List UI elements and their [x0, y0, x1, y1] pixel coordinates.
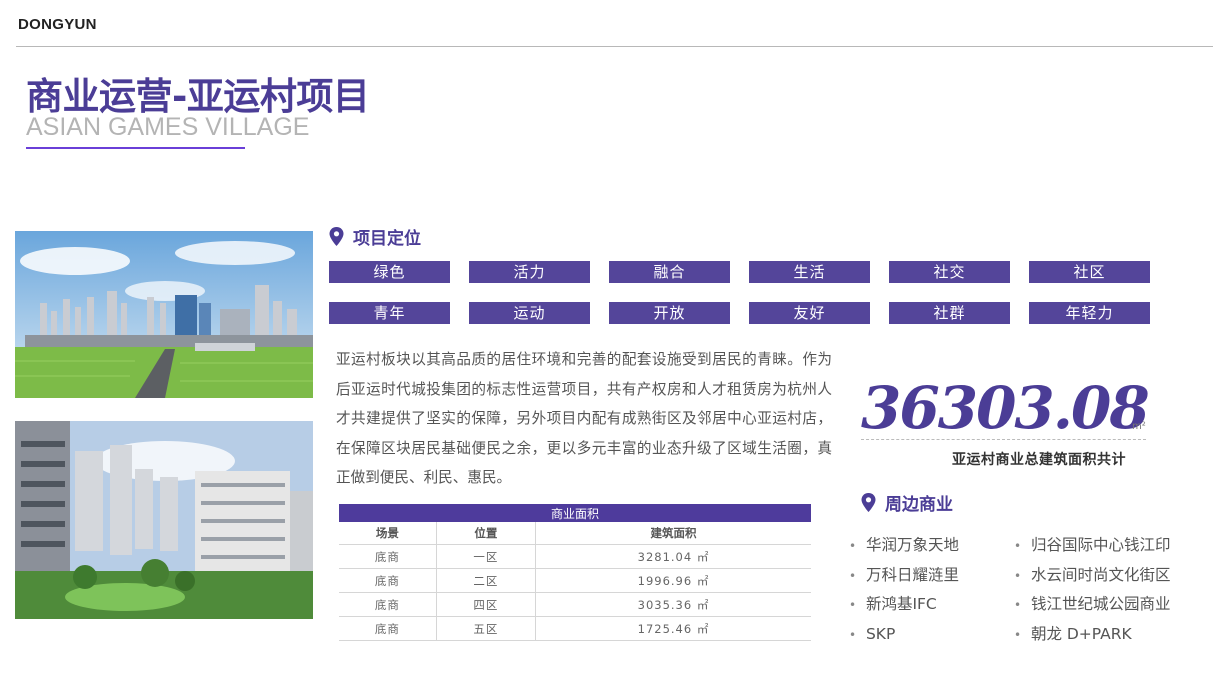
cell-location: 二区 — [436, 568, 536, 593]
bullet: • — [1014, 568, 1022, 583]
list-item: • 水云间时尚文化街区 — [1014, 561, 1170, 591]
cell-scene: 底商 — [339, 544, 437, 569]
total-area-value: 36303.08 — [861, 374, 1150, 442]
list-item: • 钱江世纪城公园商业 — [1014, 590, 1170, 620]
tag-vitality: 活力 — [469, 261, 590, 283]
brand-label: DONGYUN — [18, 16, 97, 33]
table-row: 底商 五区 1725.46 ㎡ — [339, 616, 811, 641]
bullet: • — [849, 627, 857, 642]
page-subtitle: ASIAN GAMES VILLAGE — [26, 113, 310, 141]
list-item: • SKP — [849, 620, 959, 650]
cell-location: 四区 — [436, 592, 536, 617]
aerial-village-photo — [15, 231, 313, 398]
list-item: • 归谷国际中心钱江印 — [1014, 531, 1170, 561]
cell-location: 一区 — [436, 544, 536, 569]
tag-life: 生活 — [749, 261, 870, 283]
business-name: 朝龙 D+PARK — [1030, 624, 1132, 643]
cell-scene: 底商 — [339, 568, 437, 593]
bullet: • — [849, 598, 857, 612]
bullet: • — [1014, 539, 1022, 553]
list-item: • 朝龙 D+PARK — [1014, 620, 1170, 650]
list-item: • 万科日耀涟里 — [849, 561, 959, 591]
cell-area: 1725.46 ㎡ — [535, 616, 811, 641]
list-item: • 华润万象天地 — [849, 531, 959, 561]
description-text: 亚运村板块以其高品质的居住环境和完善的配套设施受到居民的青睐。作为后亚运时代城投… — [336, 351, 832, 486]
tag-community: 社区 — [1029, 261, 1150, 283]
nearby-list-left: • 华润万象天地 • 万科日耀涟里 • 新鸿基IFC • SKP — [849, 531, 959, 649]
commercial-area-table: 商业面积 场景 位置 建筑面积 底商 一区 3281.04 ㎡ 底商 二区 19… — [339, 504, 811, 641]
business-name: 万科日耀涟里 — [865, 565, 959, 584]
nearby-list-right: • 归谷国际中心钱江印 • 水云间时尚文化街区 • 钱江世纪城公园商业 • 朝龙… — [1014, 531, 1170, 649]
positioning-heading-label: 项目定位 — [353, 229, 421, 249]
column-header-location: 位置 — [436, 522, 536, 545]
location-pin-icon — [329, 227, 344, 246]
location-pin-icon — [861, 493, 876, 512]
business-name: 水云间时尚文化街区 — [1030, 565, 1171, 584]
nearby-heading-label: 周边商业 — [885, 495, 953, 515]
tag-sports: 运动 — [469, 302, 590, 324]
bullet: • — [1014, 598, 1022, 612]
total-divider — [861, 439, 1146, 440]
tag-open: 开放 — [609, 302, 730, 324]
cell-area: 3035.36 ㎡ — [535, 592, 811, 617]
bullet: • — [849, 539, 857, 553]
tag-integration: 融合 — [609, 261, 730, 283]
business-name: 钱江世纪城公园商业 — [1030, 595, 1171, 613]
business-name: 华润万象天地 — [865, 536, 959, 554]
column-header-area: 建筑面积 — [535, 522, 811, 545]
nearby-heading: 周边商业 — [861, 490, 953, 515]
business-name: 归谷国际中心钱江印 — [1030, 536, 1171, 554]
cell-location: 五区 — [436, 616, 536, 641]
table-caption: 商业面积 — [339, 504, 811, 522]
title-underline — [26, 147, 245, 149]
business-name: SKP — [865, 624, 896, 643]
project-description: 亚运村板块以其高品质的居住环境和完善的配套设施受到居民的青睐。作为后亚运时代城投… — [336, 345, 832, 493]
positioning-heading: 项目定位 — [329, 224, 421, 249]
tag-young-power: 年轻力 — [1029, 302, 1150, 324]
cell-area: 1996.96 ㎡ — [535, 568, 811, 593]
bullet: • — [849, 568, 857, 583]
tag-friendly: 友好 — [749, 302, 870, 324]
list-item: • 新鸿基IFC — [849, 590, 959, 620]
tag-youth: 青年 — [329, 302, 450, 324]
table-row: 底商 二区 1996.96 ㎡ — [339, 568, 811, 593]
tag-green: 绿色 — [329, 261, 450, 283]
table-row: 底商 一区 3281.04 ㎡ — [339, 544, 811, 569]
column-header-scene: 场景 — [339, 522, 437, 545]
total-area-unit: m² — [1132, 421, 1146, 432]
total-area-caption: 亚运村商业总建筑面积共计 — [952, 452, 1126, 468]
page-title: 商业运营-亚运村项目 — [26, 75, 370, 118]
cell-area: 3281.04 ㎡ — [535, 544, 811, 569]
tag-community-group: 社群 — [889, 302, 1010, 324]
cell-scene: 底商 — [339, 592, 437, 617]
header-divider — [16, 46, 1213, 47]
residential-complex-photo — [15, 421, 313, 619]
table-row: 底商 四区 3035.36 ㎡ — [339, 592, 811, 617]
tag-social: 社交 — [889, 261, 1010, 283]
bullet: • — [1014, 627, 1022, 642]
cell-scene: 底商 — [339, 616, 437, 641]
business-name: 新鸿基IFC — [865, 595, 937, 613]
positioning-tags: 绿色 活力 融合 生活 社交 社区 青年 运动 开放 友好 社群 年轻力 — [329, 261, 1150, 324]
